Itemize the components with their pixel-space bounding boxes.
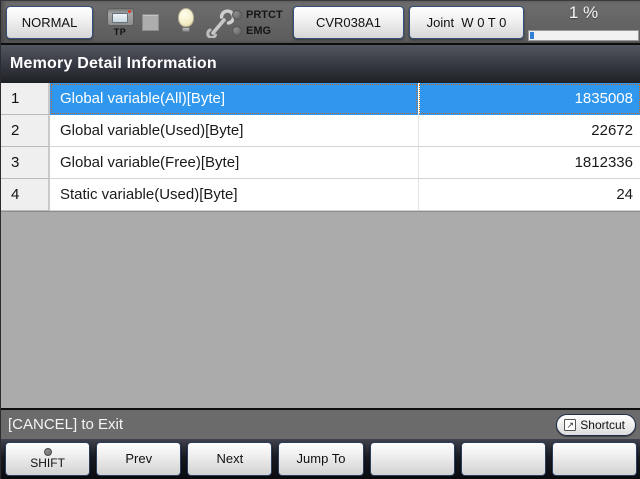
status-message: [CANCEL] to Exit [8,416,556,433]
lamp-status-icon [177,8,195,36]
row-value[interactable]: 22672 [418,115,640,147]
prtct-label: PRTCT [246,9,283,21]
row-value[interactable]: 24 [418,179,640,211]
emg-label: EMG [246,25,271,37]
program-name-button[interactable]: CVR038A1 [293,6,404,39]
status-bar: [CANCEL] to Exit ↗ Shortcut [1,408,640,439]
row-value[interactable]: 1835008 [418,83,640,115]
jump-to-button[interactable]: Jump To [278,442,363,476]
table-row[interactable]: 3 Global variable(Free)[Byte] 1812336 [1,147,640,179]
row-label[interactable]: Static variable(Used)[Byte] [50,179,418,211]
teach-pendant-icon [107,8,134,26]
row-index: 3 [1,147,50,179]
row-label[interactable]: Global variable(Free)[Byte] [50,147,418,179]
shift-button[interactable]: SHIFT [5,442,90,476]
maintenance-wrench-icon [206,8,234,38]
next-button[interactable]: Next [187,442,272,476]
tp-label: TP [105,27,135,37]
shortcut-button[interactable]: ↗ Shortcut [556,414,636,436]
memory-detail-table: 1 Global variable(All)[Byte] 1835008 2 G… [1,83,640,212]
teach-pendant-screen: NORMAL TP PRTCT EMG [0,0,640,479]
fkey-empty-button[interactable] [461,442,546,476]
row-label[interactable]: Global variable(Used)[Byte] [50,115,418,147]
row-index: 1 [1,83,50,115]
fkey-empty-button[interactable] [552,442,637,476]
speed-display: 1 % [528,1,639,45]
table-row[interactable]: 4 Static variable(Used)[Byte] 24 [1,179,640,211]
speed-progress-bar [528,30,639,41]
speed-percent-label: 1 % [528,3,639,23]
table-row[interactable]: 2 Global variable(Used)[Byte] 22672 [1,115,640,147]
row-label[interactable]: Global variable(All)[Byte] [50,83,418,115]
fkey-empty-button[interactable] [370,442,455,476]
table-row[interactable]: 1 Global variable(All)[Byte] 1835008 [1,83,640,115]
prev-button[interactable]: Prev [96,442,181,476]
function-key-bar: SHIFT Prev Next Jump To [1,439,640,479]
top-toolbar: NORMAL TP PRTCT EMG [1,1,640,45]
safety-indicators: PRTCT EMG [232,7,283,39]
joint-coordinates-button[interactable]: Joint W 0 T 0 [409,6,524,39]
prtct-indicator-icon [232,10,242,20]
stop-status-icon [142,14,159,31]
row-index: 4 [1,179,50,211]
shortcut-launch-icon: ↗ [564,419,576,431]
emg-indicator-icon [232,26,242,36]
title-bar: Memory Detail Information [1,45,640,83]
row-index: 2 [1,115,50,147]
shift-indicator-icon [44,448,52,456]
page-title: Memory Detail Information [10,55,217,73]
row-value[interactable]: 1812336 [418,147,640,179]
shortcut-button-label: Shortcut [580,418,625,432]
mode-button[interactable]: NORMAL [6,6,93,39]
tp-status-indicator: TP [105,8,135,37]
speed-progress-fill [530,32,534,39]
